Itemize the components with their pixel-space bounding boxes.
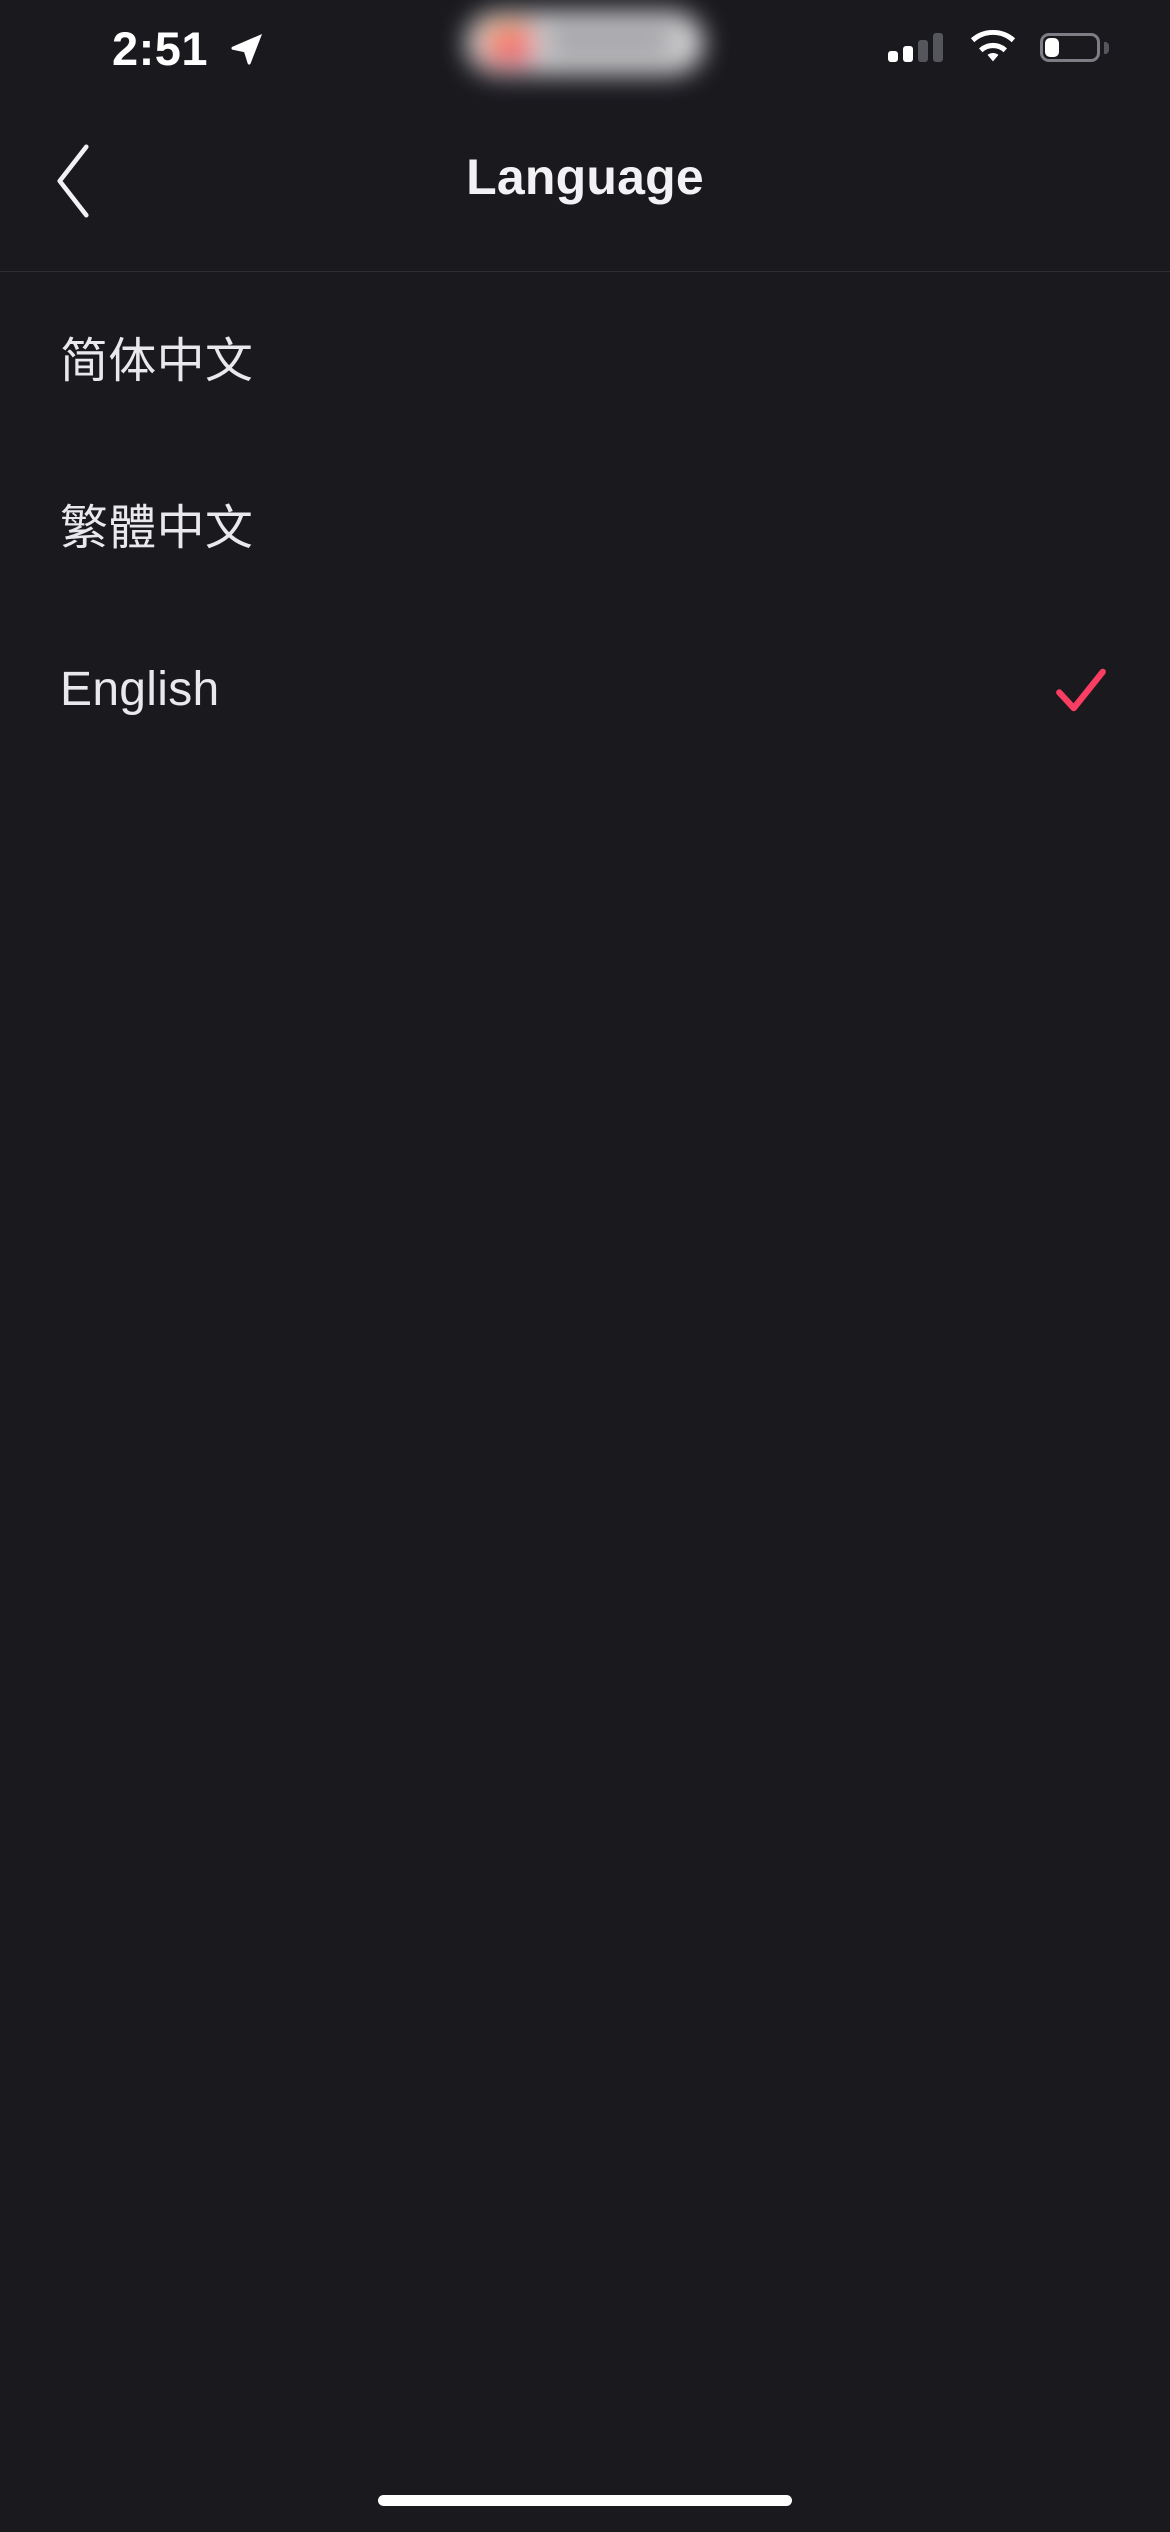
page-title: Language: [466, 149, 704, 205]
home-indicator[interactable]: [378, 2495, 792, 2506]
language-option-english[interactable]: English: [0, 606, 1170, 773]
language-option-label: 繁體中文: [60, 501, 254, 555]
cellular-signal-icon: [888, 32, 943, 62]
checkmark-icon: [1056, 668, 1106, 711]
phone-screen: 2:51 Language 简体中文 繁體中文 English: [0, 0, 1170, 2532]
language-option-label: English: [60, 663, 220, 716]
language-option-traditional-chinese[interactable]: 繁體中文: [0, 439, 1170, 606]
dynamic-island-label: [546, 32, 674, 52]
status-bar: 2:51: [0, 0, 1170, 90]
battery-fill: [1045, 38, 1059, 57]
battery-cap-icon: [1104, 42, 1109, 54]
language-option-label: 简体中文: [60, 334, 254, 388]
status-bar-indicators: [870, 0, 1170, 90]
status-bar-time: 2:51: [112, 22, 209, 75]
dynamic-island[interactable]: [466, 12, 704, 74]
dynamic-island-app-icon: [486, 24, 532, 64]
language-list: 简体中文 繁體中文 English: [0, 272, 1170, 773]
location-arrow-icon: [231, 33, 263, 65]
battery-low-icon: [1040, 33, 1100, 62]
language-option-simplified-chinese[interactable]: 简体中文: [0, 272, 1170, 439]
navigation-bar: Language: [0, 90, 1170, 272]
wifi-icon: [970, 30, 1016, 62]
